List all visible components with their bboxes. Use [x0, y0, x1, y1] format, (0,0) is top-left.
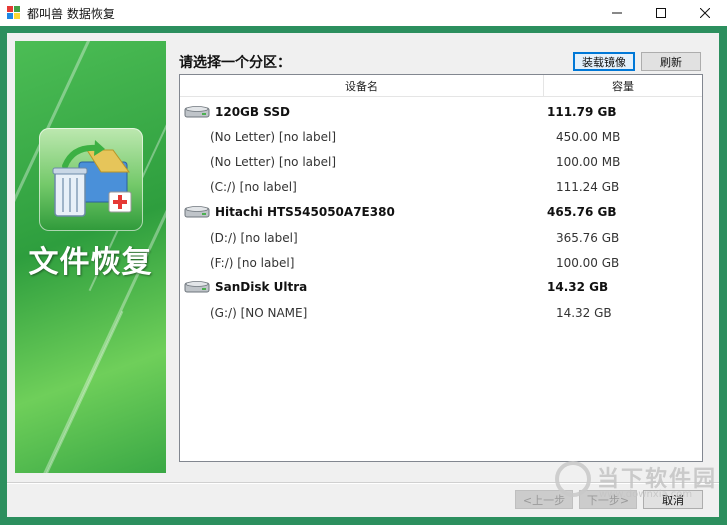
watermark-logo-icon — [555, 461, 591, 497]
window-title: 都叫兽 数据恢复 — [27, 6, 115, 21]
list-item[interactable]: (D:/) [no label] 365.76 GB — [180, 225, 702, 250]
side-banner: 文件恢复 — [15, 41, 166, 473]
column-header-capacity[interactable]: 容量 — [544, 75, 702, 96]
hard-disk-icon — [184, 280, 210, 292]
title-bar[interactable]: 都叫兽 数据恢复 — [0, 0, 727, 26]
app-logo-icon — [7, 6, 21, 20]
list-item[interactable]: 120GB SSD 111.79 GB — [180, 99, 702, 124]
list-header: 设备名 容量 — [180, 75, 702, 97]
partition-name: (D:/) [no label] — [210, 230, 298, 245]
partition-name: (C:/) [no label] — [210, 179, 297, 194]
list-item[interactable]: Hitachi HTS545050A7E380 465.76 GB — [180, 199, 702, 224]
mount-image-button[interactable]: 装载镜像 — [573, 52, 635, 71]
watermark-url: www.downxia.com — [599, 489, 693, 500]
partition-size: 450.00 MB — [555, 129, 621, 144]
disk-name: 120GB SSD — [215, 104, 290, 119]
app-window: 都叫兽 数据恢复 文件恢复 请选择一个分区： 装载镜像 刷新 设备名 容量 12… — [0, 0, 727, 525]
list-item[interactable]: (No Letter) [no label] 100.00 MB — [180, 149, 702, 174]
partition-name: (No Letter) [no label] — [210, 154, 337, 169]
disk-name: Hitachi HTS545050A7E380 — [215, 204, 395, 219]
maximize-button[interactable] — [639, 0, 683, 26]
partition-name: (No Letter) [no label] — [210, 129, 337, 144]
list-item[interactable]: (C:/) [no label] 111.24 GB — [180, 174, 702, 199]
hard-disk-icon — [184, 205, 210, 217]
close-button[interactable] — [683, 0, 727, 26]
partition-name: (F:/) [no label] — [210, 255, 295, 270]
disk-size: 14.32 GB — [547, 279, 609, 294]
list-item[interactable]: (F:/) [no label] 100.00 GB — [180, 250, 702, 275]
partition-size: 111.24 GB — [555, 179, 620, 194]
site-watermark: 当下软件园 www.downxia.com — [555, 459, 725, 505]
disk-size: 465.76 GB — [547, 204, 617, 219]
partition-size: 100.00 MB — [555, 154, 621, 169]
banner-title: 文件恢复 — [28, 245, 153, 280]
close-icon — [700, 8, 710, 18]
hard-disk-icon — [184, 105, 210, 117]
partition-size: 365.76 GB — [555, 230, 620, 245]
recycle-bin-folder-restore-icon — [39, 128, 143, 231]
minimize-icon — [612, 12, 622, 14]
list-item[interactable]: SanDisk Ultra 14.32 GB — [180, 274, 702, 299]
list-item[interactable]: (No Letter) [no label] 450.00 MB — [180, 124, 702, 149]
minimize-button[interactable] — [595, 0, 639, 26]
partition-prompt: 请选择一个分区： — [179, 55, 291, 71]
disk-size: 111.79 GB — [547, 104, 617, 119]
maximize-icon — [656, 8, 666, 18]
disk-name: SanDisk Ultra — [215, 279, 308, 294]
dialog-body: 文件恢复 请选择一个分区： 装载镜像 刷新 设备名 容量 120GB SSD 1… — [7, 33, 719, 517]
refresh-button[interactable]: 刷新 — [641, 52, 701, 71]
column-header-device[interactable]: 设备名 — [180, 75, 544, 96]
partition-size: 100.00 GB — [555, 255, 620, 270]
partition-list[interactable]: 设备名 容量 120GB SSD 111.79 GB (No Letter) [… — [179, 74, 703, 462]
list-item[interactable]: (G:/) [NO NAME] 14.32 GB — [180, 300, 702, 325]
partition-name: (G:/) [NO NAME] — [210, 305, 308, 320]
partition-size: 14.32 GB — [555, 305, 612, 320]
